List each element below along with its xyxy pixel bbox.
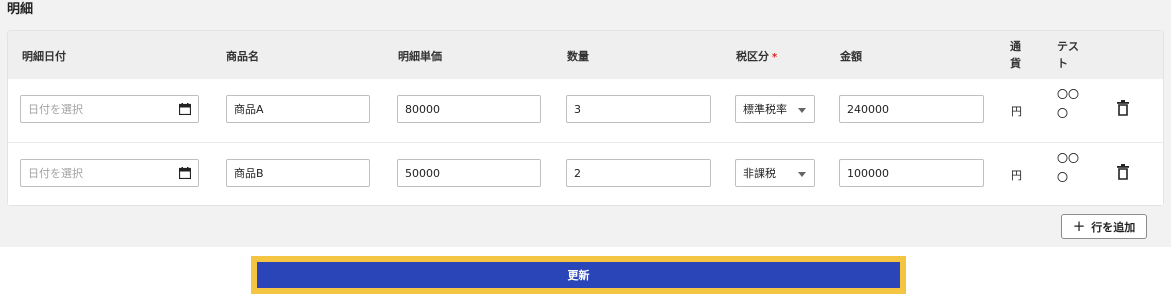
plus-icon: + (1072, 217, 1086, 235)
tax-category-value: 非課税 (743, 167, 776, 180)
trash-icon[interactable] (1116, 100, 1130, 116)
currency-value: 円 (1011, 105, 1022, 118)
chevron-down-icon (798, 108, 806, 113)
amount-value: 100000 (847, 166, 889, 180)
product-value: 商品A (234, 103, 264, 116)
update-button-focus: 更新 (251, 256, 906, 294)
product-field[interactable]: 商品A (226, 95, 370, 123)
unit-price-value: 50000 (405, 166, 440, 180)
quantity-field[interactable]: 2 (566, 159, 711, 187)
header-tax-category-label: 税区分 (736, 50, 769, 63)
amount-field[interactable]: 100000 (839, 159, 984, 187)
unit-price-field[interactable]: 80000 (397, 95, 541, 123)
header-quantity: 数量 (567, 50, 589, 63)
date-placeholder: 日付を選択 (28, 103, 83, 116)
trash-icon[interactable] (1116, 164, 1130, 180)
required-mark: * (772, 52, 778, 63)
calendar-icon[interactable] (179, 167, 191, 179)
chevron-down-icon (798, 172, 806, 177)
quantity-value: 2 (574, 166, 581, 180)
date-picker[interactable]: 日付を選択 (20, 95, 199, 123)
header-tax-category: 税区分 * (736, 48, 777, 64)
amount-field[interactable]: 240000 (839, 95, 984, 123)
header-unit-price: 明細単価 (398, 50, 442, 63)
header-product: 商品名 (226, 50, 259, 63)
table-row: 日付を選択 商品A 80000 3 標準税率 240000 円 〇〇〇 (8, 79, 1163, 141)
update-button[interactable]: 更新 (257, 262, 900, 288)
quantity-field[interactable]: 3 (566, 95, 711, 123)
unit-price-value: 80000 (405, 102, 440, 116)
tax-category-select[interactable]: 非課税 (735, 159, 815, 187)
tax-category-select[interactable]: 標準税率 (735, 95, 815, 123)
header-amount: 金額 (840, 50, 862, 63)
add-row-label: 行を追加 (1091, 220, 1136, 234)
table-header: 明細日付 商品名 明細単価 数量 税区分 * 金額 通貨 テスト (8, 31, 1163, 79)
date-placeholder: 日付を選択 (28, 167, 83, 180)
tax-category-value: 標準税率 (743, 103, 787, 116)
table-row: 日付を選択 商品B 50000 2 非課税 100000 円 〇〇〇 (8, 142, 1163, 205)
date-picker[interactable]: 日付を選択 (20, 159, 199, 187)
product-field[interactable]: 商品B (226, 159, 370, 187)
calendar-icon[interactable] (179, 103, 191, 115)
section-title: 明細 (7, 2, 34, 17)
test-value: 〇〇〇 (1057, 88, 1079, 120)
test-value: 〇〇〇 (1057, 152, 1079, 184)
header-currency: 通貨 (1010, 40, 1021, 70)
add-row-button[interactable]: + 行を追加 (1061, 214, 1147, 239)
update-button-label: 更新 (567, 269, 590, 282)
unit-price-field[interactable]: 50000 (397, 159, 541, 187)
details-panel: 明細 明細日付 商品名 明細単価 数量 税区分 * 金額 通貨 テスト 日付を選択 (0, 0, 1171, 247)
header-test: テスト (1057, 40, 1079, 70)
amount-value: 240000 (847, 102, 889, 116)
currency-value: 円 (1011, 169, 1022, 182)
header-date: 明細日付 (22, 50, 66, 63)
product-value: 商品B (234, 167, 264, 180)
quantity-value: 3 (574, 102, 581, 116)
details-table: 明細日付 商品名 明細単価 数量 税区分 * 金額 通貨 テスト 日付を選択 商… (7, 30, 1164, 206)
